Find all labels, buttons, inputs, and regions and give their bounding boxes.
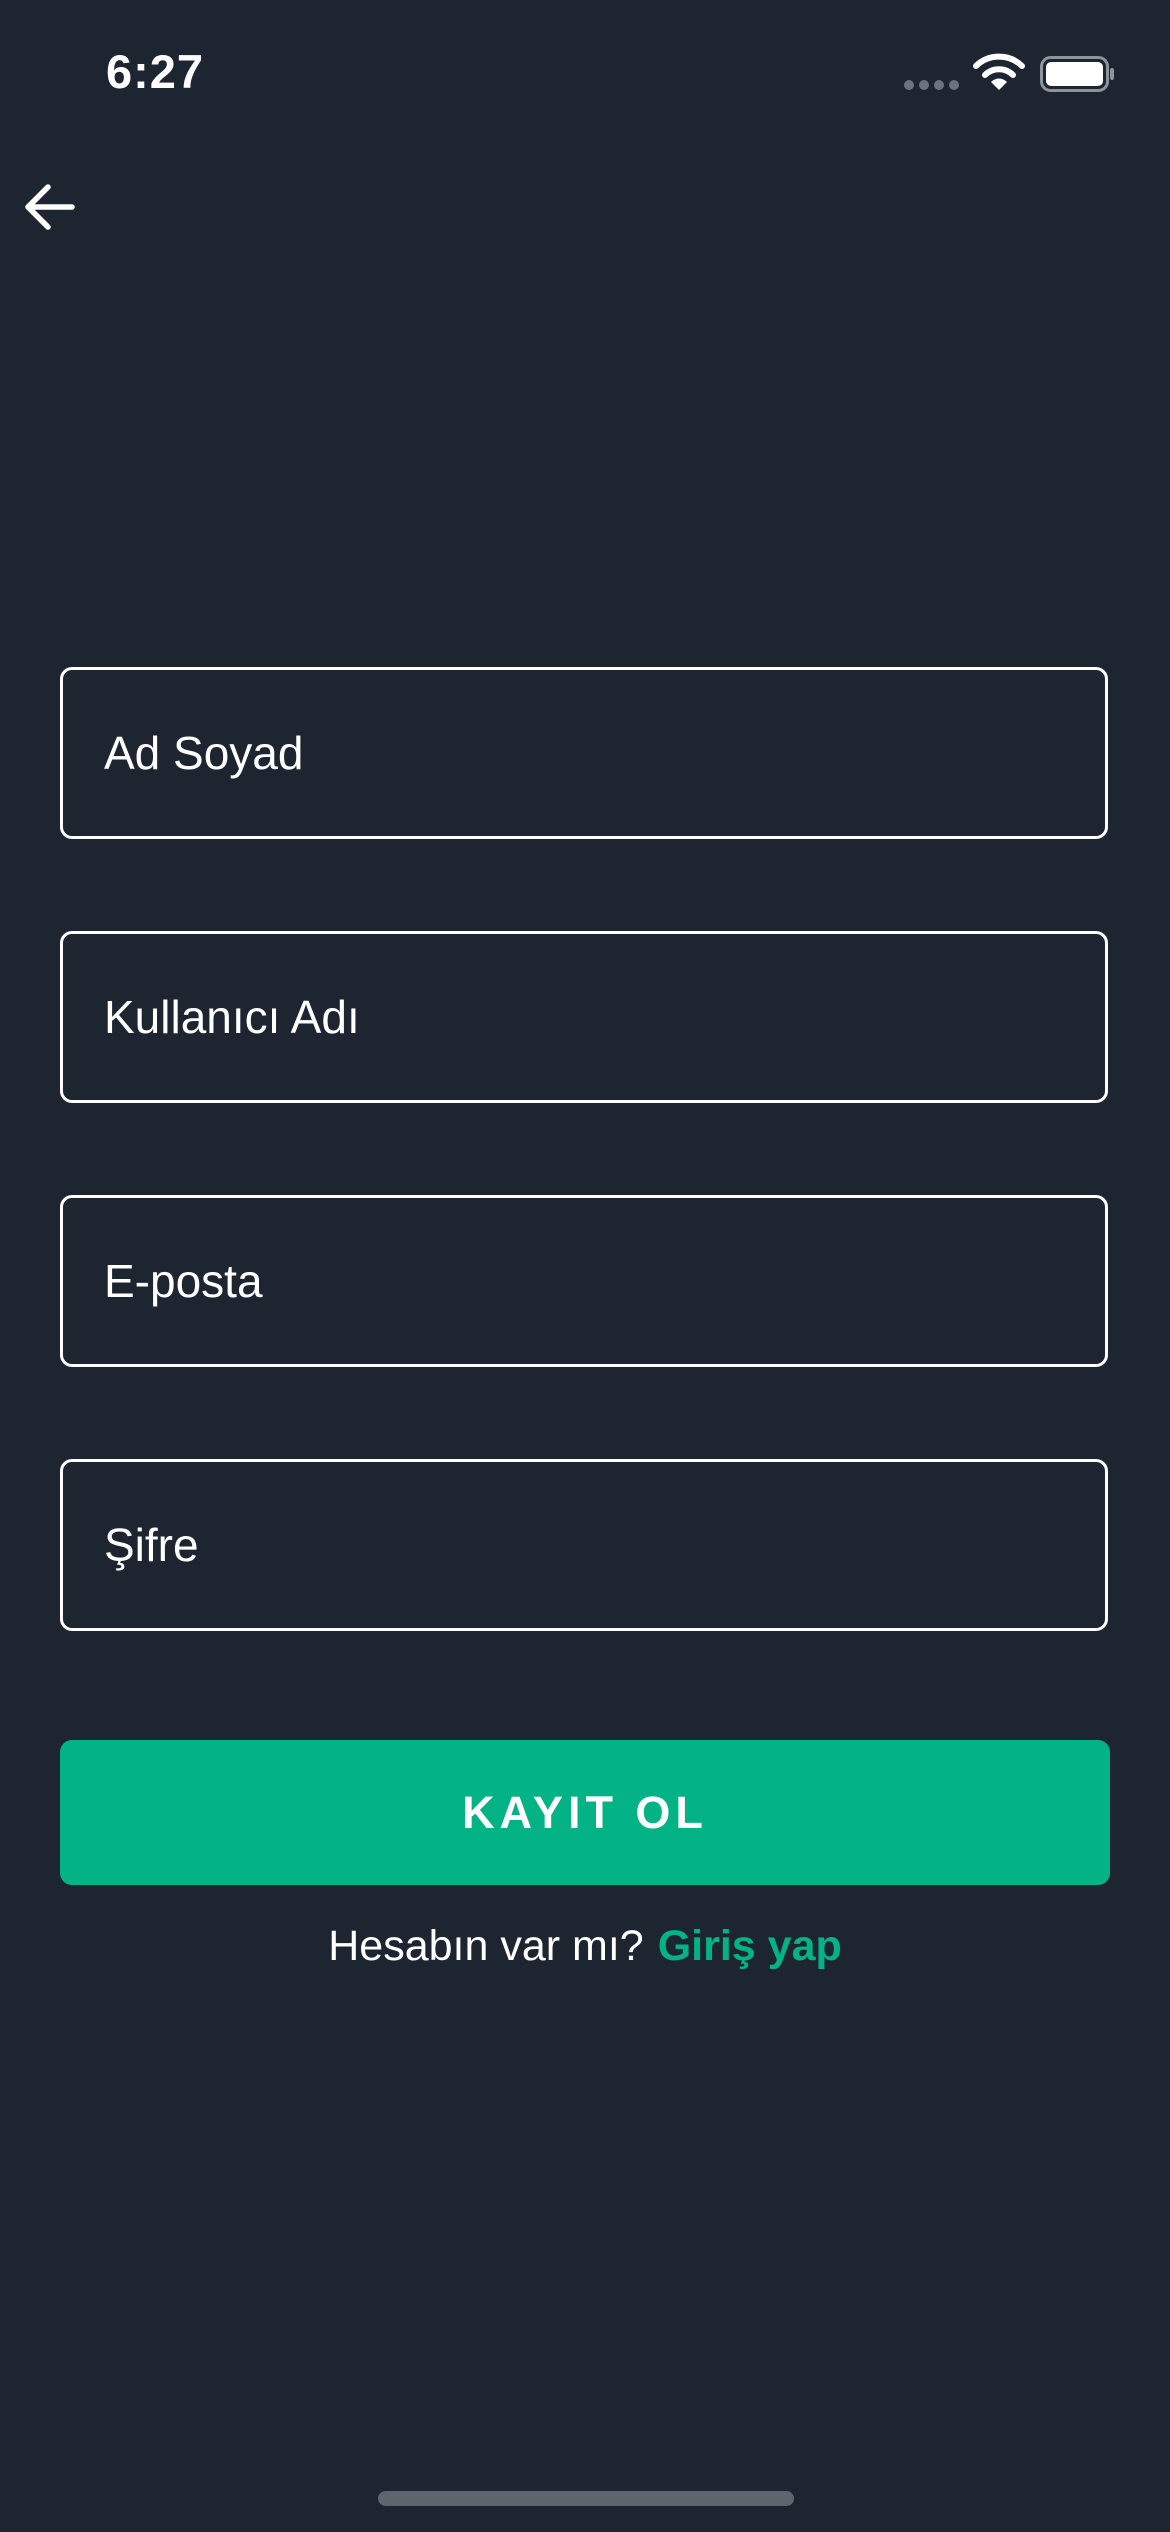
login-link[interactable]: Giriş yap bbox=[658, 1922, 842, 1970]
register-button[interactable]: KAYIT OL bbox=[60, 1740, 1110, 1885]
email-field[interactable] bbox=[60, 1195, 1108, 1367]
battery-icon bbox=[1040, 56, 1114, 92]
full-name-field[interactable] bbox=[60, 667, 1108, 839]
password-field[interactable] bbox=[60, 1459, 1108, 1631]
status-bar: 6:27 bbox=[0, 0, 1170, 150]
cellular-signal-icon bbox=[904, 80, 960, 90]
login-prompt-text: Hesabın var mı? bbox=[328, 1922, 644, 1970]
status-time: 6:27 bbox=[106, 45, 205, 98]
back-button[interactable] bbox=[14, 172, 84, 242]
arrow-left-icon bbox=[25, 184, 75, 230]
username-field[interactable] bbox=[60, 931, 1108, 1103]
wifi-icon bbox=[973, 53, 1025, 90]
login-prompt-row: Hesabın var mı? Giriş yap bbox=[0, 1922, 1170, 1971]
home-indicator[interactable] bbox=[378, 2491, 794, 2506]
